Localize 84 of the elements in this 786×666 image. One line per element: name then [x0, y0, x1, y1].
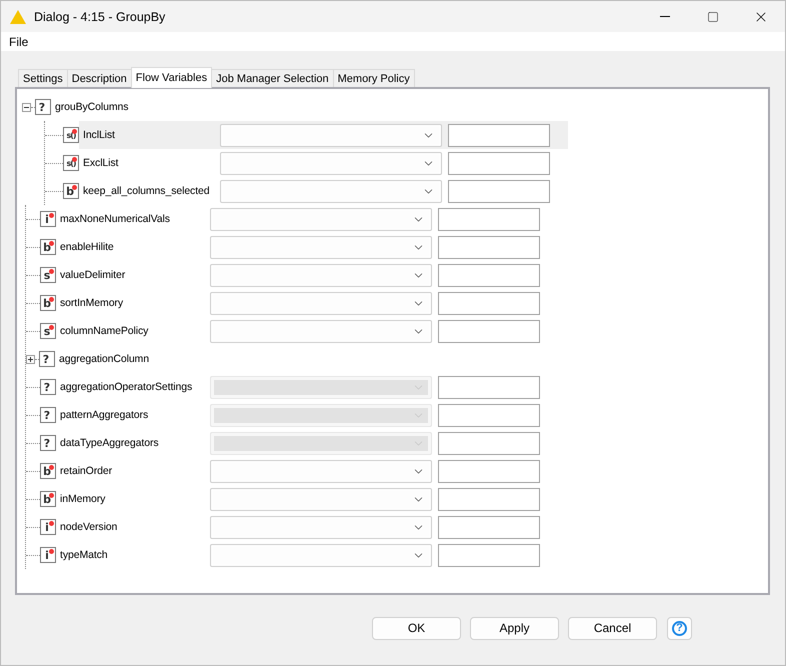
maximize-icon	[707, 10, 719, 22]
variable-dropdown[interactable]	[210, 264, 432, 286]
question-icon: ?	[39, 351, 55, 367]
variable-type-icon: i	[40, 211, 56, 227]
warning-triangle-icon	[10, 10, 26, 24]
variable-type-icon: s	[40, 267, 56, 283]
variable-name-field[interactable]	[448, 124, 550, 146]
variable-type-icon: b	[40, 295, 56, 311]
variable-dropdown[interactable]	[210, 292, 432, 314]
question-icon: ?	[35, 99, 51, 115]
setting-name: aggregationColumn	[58, 353, 150, 365]
variable-dropdown[interactable]	[210, 236, 432, 258]
dialog-button[interactable]: Apply	[470, 616, 559, 640]
variable-name-field[interactable]	[438, 320, 540, 342]
variable-name-field[interactable]	[438, 236, 540, 258]
variable-name-field[interactable]	[438, 292, 540, 314]
collapse-icon[interactable]	[22, 102, 31, 112]
variable-name-field[interactable]	[438, 460, 540, 482]
dialog-button[interactable]: Cancel	[568, 616, 657, 640]
variable-dropdown[interactable]	[210, 208, 432, 230]
variable-dropdown[interactable]	[210, 516, 432, 538]
setting-name: patternAggregators	[59, 409, 150, 421]
variable-type-icon: b	[63, 183, 79, 199]
variable-type-icon: i	[40, 547, 56, 563]
minimize-icon	[660, 16, 670, 17]
setting-name: aggregationOperatorSettings	[59, 381, 194, 393]
setting-name: keep_all_columns_selected	[82, 185, 210, 197]
setting-name: valueDelimiter	[59, 269, 126, 281]
tree-row[interactable]: keep_all_columns_selected	[79, 177, 568, 205]
variable-type-icon: i	[40, 519, 56, 535]
tree-row[interactable]: InclList	[79, 121, 568, 149]
question-icon: ?	[40, 435, 56, 451]
tree-row[interactable]: ExclList	[79, 149, 568, 177]
variable-dropdown[interactable]	[210, 460, 432, 482]
help-button[interactable]: ?	[667, 616, 692, 640]
menu-item[interactable]: File	[7, 34, 30, 48]
variable-name-field[interactable]	[438, 488, 540, 510]
setting-name: inMemory	[59, 493, 106, 505]
tree-row[interactable]: maxNoneNumericalVals	[56, 205, 540, 233]
expand-icon[interactable]	[26, 354, 35, 364]
variable-dropdown[interactable]	[210, 488, 432, 510]
setting-name: InclList	[82, 129, 116, 141]
tab[interactable]: Description	[66, 69, 132, 87]
variable-name-field[interactable]	[448, 180, 550, 202]
tree-row[interactable]: valueDelimiter	[56, 261, 540, 289]
tab[interactable]: Flow Variables	[130, 67, 212, 88]
tree-row[interactable]: sortInMemory	[56, 289, 540, 317]
setting-name: sortInMemory	[59, 297, 124, 309]
tree-row[interactable]: inMemory	[56, 485, 540, 513]
variable-type-icon: b	[40, 491, 56, 507]
question-icon: ?	[40, 407, 56, 423]
tree-row[interactable]: retainOrder	[56, 457, 540, 485]
variable-name-field[interactable]	[438, 264, 540, 286]
variable-dropdown[interactable]	[220, 152, 442, 174]
setting-name: grouByColumns	[54, 101, 130, 113]
variable-type-icon: b	[40, 239, 56, 255]
tab[interactable]: Job Manager Selection	[211, 69, 334, 87]
variable-type-icon: s	[40, 323, 56, 339]
setting-name: retainOrder	[59, 465, 114, 477]
setting-name: nodeVersion	[59, 521, 118, 533]
dialog-button[interactable]: OK	[372, 616, 461, 640]
tree-row[interactable]: columnNamePolicy	[56, 317, 540, 345]
setting-name: ExclList	[82, 157, 120, 169]
tab[interactable]: Memory Policy	[332, 69, 415, 87]
question-icon: ?	[40, 379, 56, 395]
variable-dropdown[interactable]	[220, 180, 442, 202]
setting-name: typeMatch	[59, 549, 109, 561]
variable-dropdown[interactable]	[210, 320, 432, 342]
variable-type-icon: b	[40, 463, 56, 479]
variable-name-field[interactable]	[438, 208, 540, 230]
variable-name-field[interactable]	[438, 544, 540, 566]
setting-name: enableHilite	[59, 241, 115, 253]
variable-name-field[interactable]	[438, 516, 540, 538]
setting-name: maxNoneNumericalVals	[59, 213, 171, 225]
tree-row[interactable]: nodeVersion	[56, 513, 540, 541]
tab[interactable]: Settings	[18, 69, 68, 87]
tree-row[interactable]: typeMatch	[56, 541, 540, 569]
variable-dropdown[interactable]	[210, 544, 432, 566]
setting-name: columnNamePolicy	[59, 325, 150, 337]
window-title: Dialog - 4:15 - GroupBy	[34, 10, 166, 24]
variable-dropdown[interactable]	[220, 124, 442, 146]
variable-name-field[interactable]	[448, 152, 550, 174]
setting-name: dataTypeAggregators	[59, 437, 160, 449]
tree-row[interactable]: enableHilite	[56, 233, 540, 261]
